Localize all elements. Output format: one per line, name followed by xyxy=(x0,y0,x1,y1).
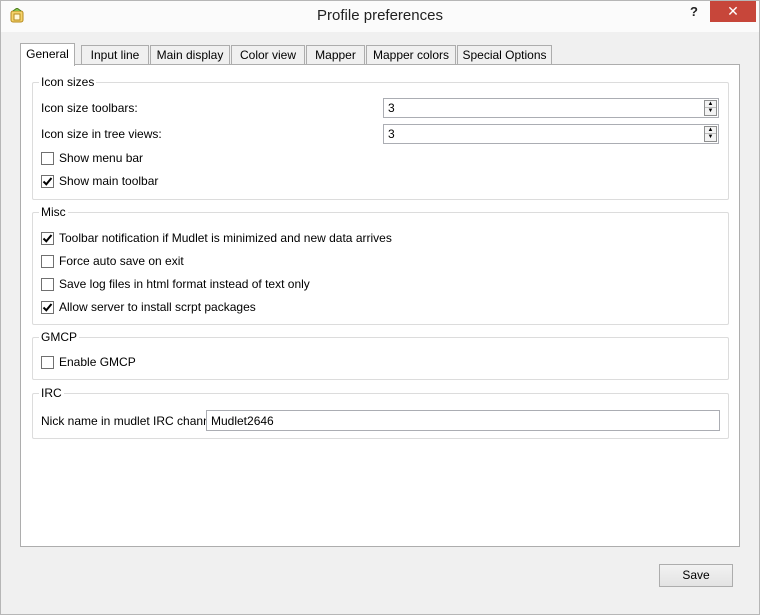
preferences-window: Profile preferences ? ✕ General Input li… xyxy=(0,0,760,615)
title-bar: Profile preferences ? ✕ xyxy=(1,1,759,32)
icon-size-tree-views-label: Icon size in tree views: xyxy=(41,127,162,141)
check-mark-icon xyxy=(42,303,53,312)
enable-gmcp-checkbox[interactable] xyxy=(41,356,54,369)
tab-special-options[interactable]: Special Options xyxy=(457,45,552,65)
tab-mapper[interactable]: Mapper xyxy=(306,45,365,65)
check-mark-icon xyxy=(42,177,53,186)
icon-size-toolbars-label: Icon size toolbars: xyxy=(41,101,138,115)
show-menu-bar-label: Show menu bar xyxy=(59,151,144,165)
close-button[interactable]: ✕ xyxy=(710,1,756,22)
icon-size-tree-views-value: 3 xyxy=(388,127,395,141)
show-main-toolbar-label: Show main toolbar xyxy=(59,174,159,188)
help-button[interactable]: ? xyxy=(681,1,707,23)
force-auto-save-checkbox[interactable] xyxy=(41,255,54,268)
show-menu-bar-checkbox[interactable] xyxy=(41,152,54,165)
irc-nick-input[interactable] xyxy=(207,411,719,430)
irc-nick-label: Nick name in mudlet IRC channel: xyxy=(41,414,223,428)
irc-title: IRC xyxy=(39,386,64,400)
allow-server-install-label: Allow server to install scrpt packages xyxy=(59,300,256,314)
icon-size-toolbars-spinbox[interactable]: 3 ▲ ▼ xyxy=(383,98,719,118)
tab-mapper-colors[interactable]: Mapper colors xyxy=(366,45,456,65)
spin-down-arrow-icon[interactable]: ▼ xyxy=(705,134,716,141)
allow-server-install-checkbox[interactable] xyxy=(41,301,54,314)
save-log-html-label: Save log files in html format instead of… xyxy=(59,277,310,291)
toolbar-notification-label: Toolbar notification if Mudlet is minimi… xyxy=(59,231,392,245)
close-icon: ✕ xyxy=(727,3,739,19)
spin-up-arrow-icon[interactable]: ▲ xyxy=(705,127,716,134)
tab-general[interactable]: General xyxy=(20,43,75,66)
icon-size-tree-views-spinbox[interactable]: 3 ▲ ▼ xyxy=(383,124,719,144)
spin-up-arrow-icon[interactable]: ▲ xyxy=(705,101,716,108)
spin-down-arrow-icon[interactable]: ▼ xyxy=(705,108,716,115)
gmcp-group: GMCP Enable GMCP xyxy=(32,330,729,380)
save-button[interactable]: Save xyxy=(659,564,733,587)
icon-sizes-group: Icon sizes Icon size toolbars: 3 ▲ ▼ Ico… xyxy=(32,75,729,200)
misc-group: Misc Toolbar notification if Mudlet is m… xyxy=(32,205,729,325)
icon-size-toolbars-value: 3 xyxy=(388,101,395,115)
gmcp-title: GMCP xyxy=(39,330,79,344)
icon-sizes-title: Icon sizes xyxy=(39,75,97,89)
enable-gmcp-label: Enable GMCP xyxy=(59,355,136,369)
irc-nick-field[interactable] xyxy=(206,410,720,431)
save-log-html-checkbox[interactable] xyxy=(41,278,54,291)
irc-group: IRC Nick name in mudlet IRC channel: xyxy=(32,386,729,439)
spin-buttons: ▲ ▼ xyxy=(704,126,717,142)
general-tab-panel: Icon sizes Icon size toolbars: 3 ▲ ▼ Ico… xyxy=(20,64,740,547)
spin-buttons: ▲ ▼ xyxy=(704,100,717,116)
toolbar-notification-checkbox[interactable] xyxy=(41,232,54,245)
window-title: Profile preferences xyxy=(317,7,443,24)
tab-color-view[interactable]: Color view xyxy=(231,45,305,65)
misc-title: Misc xyxy=(39,205,68,219)
tab-main-display[interactable]: Main display xyxy=(150,45,230,65)
show-main-toolbar-checkbox[interactable] xyxy=(41,175,54,188)
force-auto-save-label: Force auto save on exit xyxy=(59,254,184,268)
check-mark-icon xyxy=(42,234,53,243)
tab-input-line[interactable]: Input line xyxy=(81,45,149,65)
